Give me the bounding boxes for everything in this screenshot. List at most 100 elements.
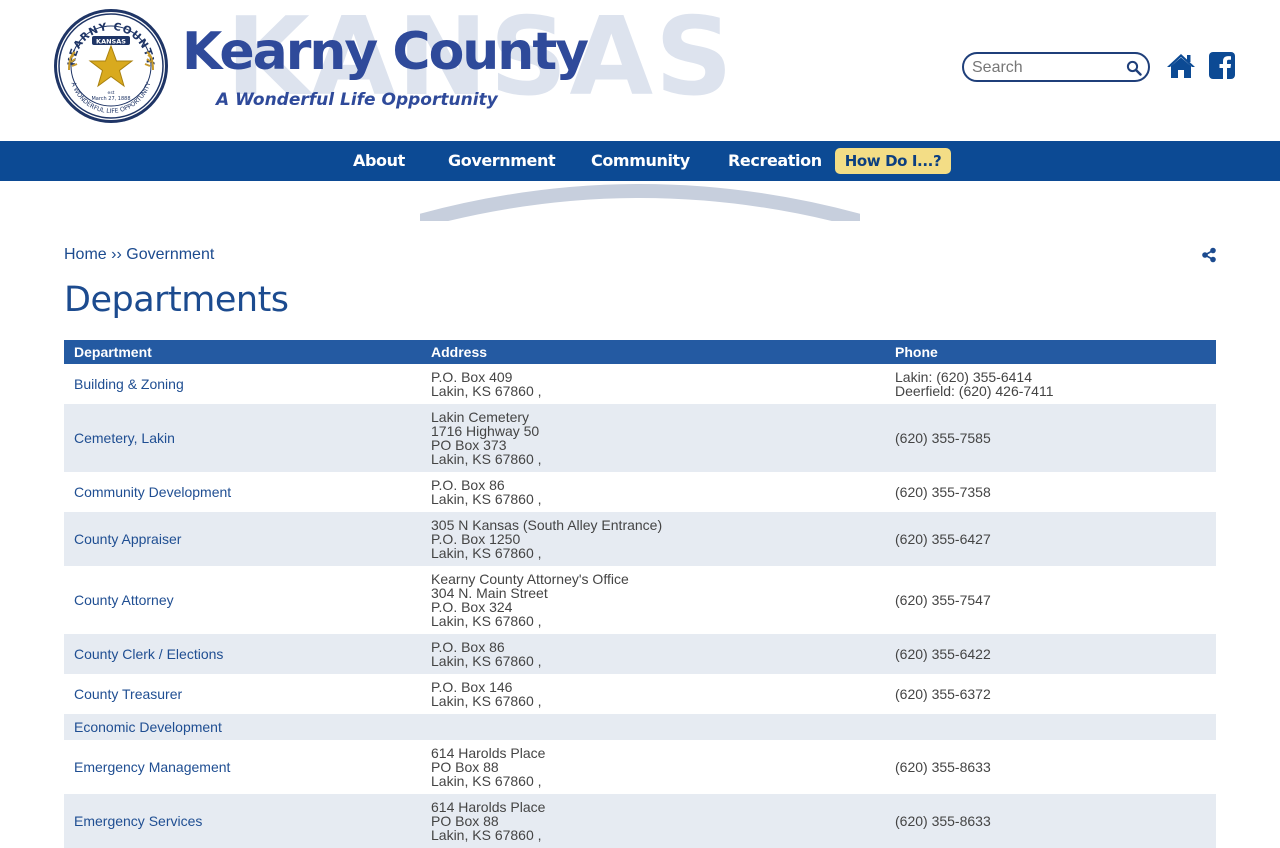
address-cell: P.O. Box 146 Lakin, KS 67860 , [421,674,885,714]
address-line: Lakin, KS 67860 , [431,693,542,709]
nav-item-community[interactable]: Community [591,141,690,181]
site-header: KANSAS KEARNY COUNTY KANSAS est March 27… [0,0,1280,141]
address-cell: 614 Harolds Place PO Box 88 Lakin, KS 6786… [421,794,885,848]
breadcrumb-home-link[interactable]: Home [64,246,107,263]
table-row: Emergency Management 614 Harolds Place PO … [64,740,1216,794]
phone-number: Lakin: (620) 355-6414 [895,369,1032,385]
department-link[interactable]: County Treasurer [74,686,182,702]
departments-table-container: Department Address Phone Building & Zoni… [64,340,1216,848]
address-cell: P.O. Box 86 Lakin, KS 67860 , [421,472,885,512]
search-input[interactable] [972,58,1122,78]
address-line: PO Box 88 [431,759,499,775]
site-title[interactable]: Kearny County [182,26,589,78]
nav-item-recreation[interactable]: Recreation [728,141,822,181]
address-line: PO Box 88 [431,813,499,829]
phone-number: (620) 355-8633 [895,813,991,829]
address-line: Lakin, KS 67860 , [431,491,542,507]
phone-cell: (620) 355-6427 [885,512,1216,566]
phone-number: (620) 355-6372 [895,686,991,702]
address-line: Lakin, KS 67860 , [431,653,542,669]
main-nav: About Government Community Recreation [0,141,1280,181]
phone-number: (620) 355-7358 [895,484,991,500]
department-cell: Cemetery, Lakin [64,404,421,472]
address-line: P.O. Box 86 [431,477,505,493]
address-cell: P.O. Box 409 Lakin, KS 67860 , [421,364,885,404]
column-header-phone: Phone [885,340,1216,364]
svg-text:March 27, 1888: March 27, 1888 [91,96,130,102]
phone-cell: (620) 355-6422 [885,634,1216,674]
table-row: County Treasurer P.O. Box 146 Lakin, KS 67… [64,674,1216,714]
phone-cell: (620) 355-7358 [885,472,1216,512]
department-link[interactable]: Emergency Management [74,759,230,775]
department-link[interactable]: Emergency Services [74,813,202,829]
phone-number: (620) 355-7585 [895,430,991,446]
department-cell: County Appraiser [64,512,421,566]
address-cell: Kearny County Attorney's Office 304 N. Ma… [421,566,885,634]
department-link[interactable]: Economic Development [74,719,222,735]
phone-cell: (620) 355-7585 [885,404,1216,472]
how-do-i-button[interactable]: How Do I...? [835,148,951,174]
department-cell: County Clerk / Elections [64,634,421,674]
county-seal-logo[interactable]: KEARNY COUNTY KANSAS est March 27, 1888 … [53,8,169,124]
address-line: 305 N Kansas (South Alley Entrance) [431,517,663,533]
page-title: Departments [64,280,289,320]
breadcrumb: Home ›› Government [64,246,214,264]
phone-number: (620) 355-8633 [895,759,991,775]
breadcrumb-government-link[interactable]: Government [126,246,214,263]
address-cell: Lakin Cemetery 1716 Highway 50 PO Box 373 L… [421,404,885,472]
address-line: Lakin, KS 67860 , [431,827,542,843]
department-link[interactable]: Cemetery, Lakin [74,430,175,446]
address-line: Lakin, KS 67860 , [431,613,542,629]
address-cell: 305 N Kansas (South Alley Entrance) P.O. … [421,512,885,566]
department-link[interactable]: Building & Zoning [74,376,184,392]
department-link[interactable]: County Appraiser [74,531,181,547]
home-icon[interactable] [1166,52,1196,80]
phone-cell: (620) 355-6372 [885,674,1216,714]
address-line: 304 N. Main Street [431,585,548,601]
column-header-department: Department [64,340,421,364]
table-row: Building & Zoning P.O. Box 409 Lakin, KS 6… [64,364,1216,404]
department-link[interactable]: County Clerk / Elections [74,646,223,662]
table-row: County Appraiser 305 N Kansas (South Alle… [64,512,1216,566]
department-cell: Emergency Management [64,740,421,794]
phone-number: (620) 355-7547 [895,592,991,608]
departments-table: Department Address Phone Building & Zoni… [64,340,1216,848]
phone-cell: Lakin: (620) 355-6414 Deerfield: (620) 42… [885,364,1216,404]
table-row: Cemetery, Lakin Lakin Cemetery 1716 Highwa… [64,404,1216,472]
address-line: P.O. Box 86 [431,639,505,655]
search-icon[interactable] [1126,60,1142,76]
column-header-address: Address [421,340,885,364]
address-line: 614 Harolds Place [431,799,546,815]
address-line: P.O. Box 1250 [431,531,521,547]
table-row: County Attorney Kearny County Attorney's … [64,566,1216,634]
address-cell [421,714,885,740]
phone-cell: (620) 355-7547 [885,566,1216,634]
phone-cell [885,714,1216,740]
nav-item-government[interactable]: Government [448,141,556,181]
department-link[interactable]: County Attorney [74,592,174,608]
table-row: Community Development P.O. Box 86 Lakin, K… [64,472,1216,512]
address-line: P.O. Box 409 [431,369,513,385]
site-tagline: A Wonderful Life Opportunity [216,90,498,110]
breadcrumb-separator: ›› [111,246,122,263]
address-line: Lakin, KS 67860 , [431,451,542,467]
department-link[interactable]: Community Development [74,484,231,500]
address-line: P.O. Box 324 [431,599,513,615]
phone-cell: (620) 355-8633 [885,794,1216,848]
phone-number: Deerfield: (620) 426-7411 [895,383,1054,399]
address-line: Lakin, KS 67860 , [431,545,542,561]
facebook-icon[interactable] [1209,52,1235,79]
address-line: Lakin, KS 67860 , [431,383,542,399]
address-line: 1716 Highway 50 [431,423,540,439]
nav-item-about[interactable]: About [353,141,405,181]
department-cell: County Attorney [64,566,421,634]
address-line: Kearny County Attorney's Office [431,571,629,587]
share-icon[interactable] [1201,247,1217,263]
svg-text:KANSAS: KANSAS [96,38,126,46]
search-box [962,52,1150,82]
address-line: Lakin Cemetery [431,409,530,425]
phone-number: (620) 355-6422 [895,646,991,662]
department-cell: Building & Zoning [64,364,421,404]
address-line: Lakin, KS 67860 , [431,773,542,789]
table-row: County Clerk / Elections P.O. Box 86 Lakin… [64,634,1216,674]
